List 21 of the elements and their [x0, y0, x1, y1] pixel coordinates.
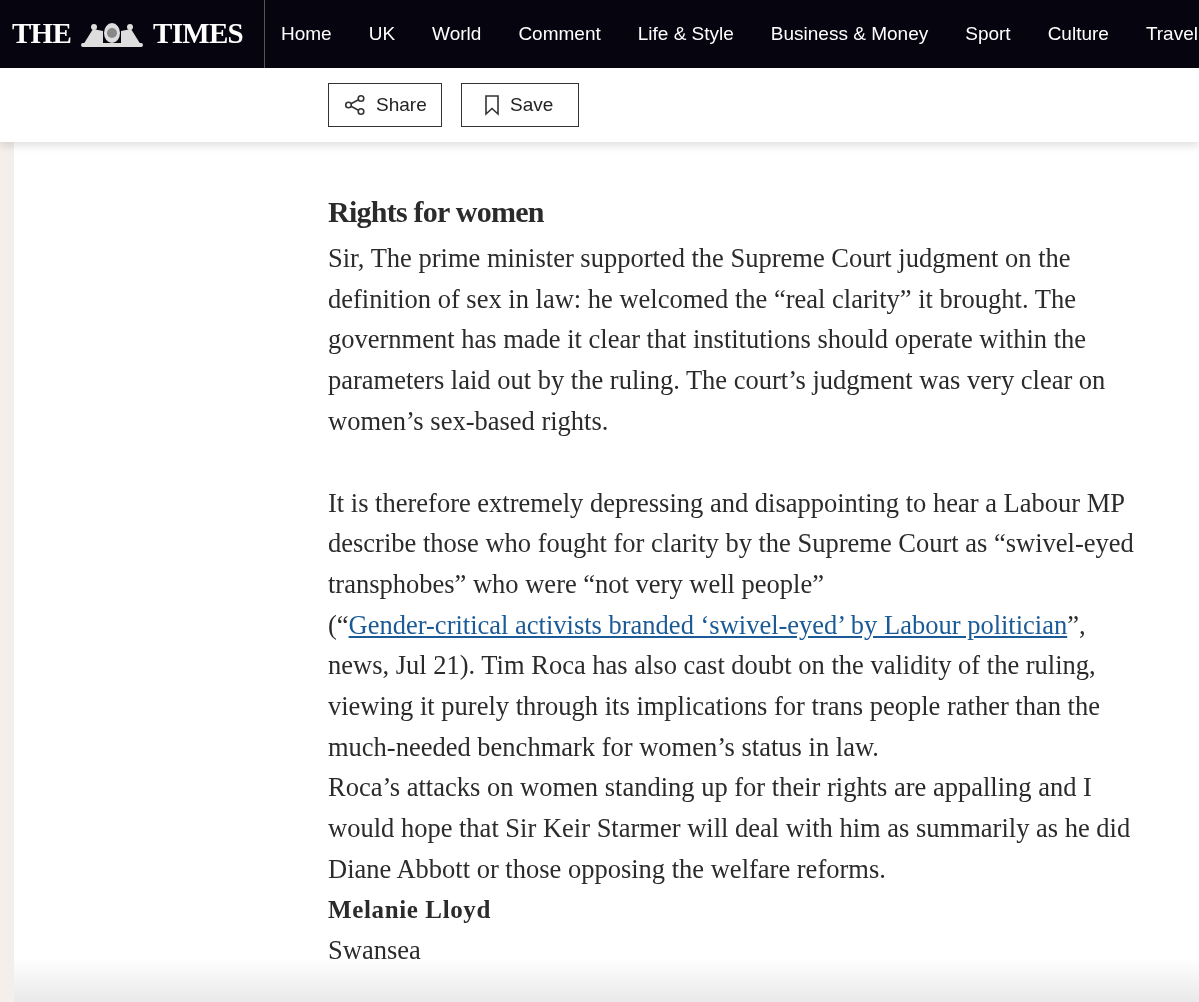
nav-link[interactable]: Business & Money	[770, 19, 929, 49]
paragraph: It is therefore extremely depressing and disappointing to hear a Labour MP describe those who fought for clarity by the Supreme Court as “swivel-eyed transphobes” who were “not very well people” (“Gender-critical activists branded ‘swivel-eyed’ by Labour politician”, news, Jul 21). Tim Roca has also cast doubt on the validity of the ruling, viewing it purely through its implications for trans people rather than the much-needed benchmark for women’s status in law.	[328, 486, 1134, 764]
save-button[interactable]: Save	[461, 83, 579, 127]
nav-link[interactable]: Life & Style	[637, 19, 734, 49]
nav-link[interactable]: Travel	[1145, 19, 1198, 49]
nav-link[interactable]: Culture	[1047, 19, 1109, 49]
nav-link[interactable]: UK	[368, 19, 396, 49]
nav-link[interactable]: Home	[281, 19, 332, 49]
paragraph: Roca’s attacks on women standing up for their rights are appalling and I would hope that Sir Keir Starmer will deal with him as summarily as he did Diane Abbott or those opposing the welfare reforms.	[328, 771, 1132, 886]
nav-link[interactable]: World	[432, 19, 482, 49]
paragraph: Sir, The prime minister supported the Supreme Court judgment on the definition of sex in law: he welcomed the “real clarity” it brought. The government has made it clear that institutions should operate within the parameters laid out by the ruling. The court’s judgment was very clear on women’s sex-based rights.	[328, 242, 1107, 438]
logo-text: TIMES	[153, 16, 243, 52]
author-location: Swansea	[328, 934, 422, 968]
bookmark-icon	[484, 94, 500, 116]
share-button[interactable]: Share	[328, 83, 442, 127]
nav-link[interactable]: Comment	[518, 19, 601, 49]
share-icon	[344, 94, 366, 116]
nav-link[interactable]: Sport	[965, 19, 1011, 49]
logo-text: THE	[12, 16, 72, 52]
author-name: Melanie Lloyd	[328, 894, 492, 925]
article-heading: Rights for women	[328, 194, 545, 230]
